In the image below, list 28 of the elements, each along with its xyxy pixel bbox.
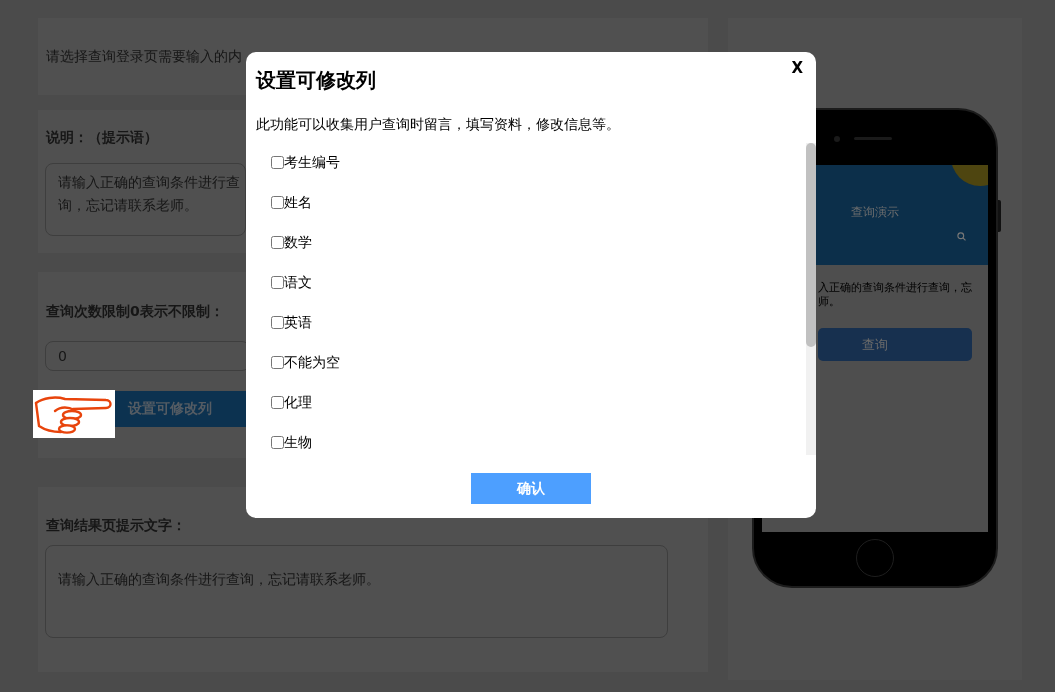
checkbox[interactable] (271, 395, 284, 409)
option-label[interactable]: 考生编号 (284, 152, 340, 172)
option-label[interactable]: 英语 (284, 312, 312, 332)
option-label[interactable]: 不能为空 (284, 352, 340, 372)
checkbox[interactable] (271, 275, 284, 289)
result-text-label: 查询结果页提示文字： (46, 516, 186, 535)
camera-icon (834, 135, 840, 142)
query-limit-label: 查询次数限制0表示不限制： (46, 302, 224, 321)
checkbox[interactable] (271, 155, 284, 169)
option-label[interactable]: 语文 (284, 272, 312, 292)
search-icon[interactable] (957, 232, 966, 241)
checkbox[interactable] (271, 195, 284, 209)
option-label[interactable]: 数学 (284, 232, 312, 252)
option-label[interactable]: 姓名 (284, 192, 312, 212)
checkbox[interactable] (271, 435, 284, 449)
phone-notice-text: 入正确的查询条件进行查询，忘 师。 (818, 280, 972, 308)
scrollbar-thumb[interactable] (806, 143, 816, 347)
close-button[interactable]: X (791, 60, 803, 76)
option-label[interactable]: 化理 (284, 392, 312, 412)
modal-title: 设置可修改列 (256, 67, 376, 94)
phone-title: 查询演示 (851, 204, 899, 220)
checkbox[interactable] (271, 315, 284, 329)
checkbox[interactable] (271, 355, 284, 369)
checkbox[interactable] (271, 235, 284, 249)
modal-description: 此功能可以收集用户查询时留言，填写资料，修改信息等。 (256, 115, 620, 134)
option-label[interactable]: 生物 (284, 432, 312, 452)
notice-label: 说明：（提示语） (46, 128, 158, 147)
pointing-hand-icon (33, 390, 115, 438)
